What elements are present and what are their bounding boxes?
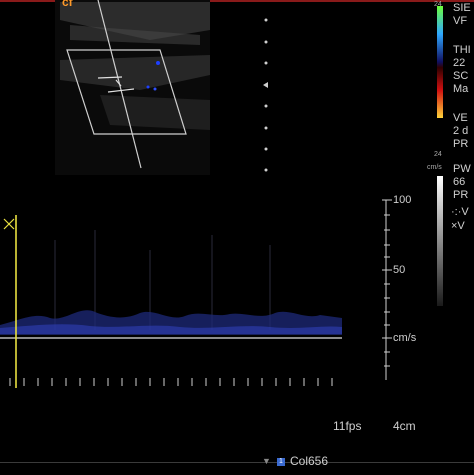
side-info-3: THI: [453, 44, 471, 56]
side-info-10: PW: [453, 163, 471, 175]
side-info-5: SC: [453, 70, 469, 82]
side-info-9: PR: [453, 138, 469, 150]
frame-rate: 11fps: [333, 419, 362, 433]
side-info-13: ·:·V: [451, 206, 469, 218]
side-info-4: 22: [453, 57, 466, 69]
velocity-scale: [382, 199, 392, 380]
side-info-1: SIE: [453, 2, 471, 14]
bottom-status-bar: ▼ 1 Col656: [0, 455, 474, 475]
b-mode-image: [55, 0, 210, 175]
ultrasound-screen: cf 100 50 cm/s SIE VF THI 22 SC Ma VE 2 …: [0, 0, 474, 474]
side-info-7: VE: [453, 112, 468, 124]
side-info-2: VF: [453, 15, 468, 27]
color-scale-top: 24: [434, 1, 442, 8]
color-scale-bottom: 24: [434, 151, 442, 158]
scale-label-100: 100: [393, 194, 412, 206]
color-velocity-bar: [437, 6, 443, 118]
side-info-12: PR: [453, 189, 469, 201]
side-info-8: 2 d: [453, 125, 469, 137]
depth-readout: 4cm: [393, 419, 416, 433]
side-info-14: ×V: [451, 220, 465, 232]
color-scale-unit: cm/s: [427, 164, 442, 171]
scale-label-cms: cm/s: [393, 332, 417, 344]
side-info-11: 66: [453, 176, 466, 188]
spectral-doppler: [0, 190, 345, 390]
depth-markers: [263, 18, 268, 172]
mode-label: cf: [62, 0, 73, 9]
ultrasound-image: [0, 0, 443, 390]
gray-scale-bar: [437, 176, 443, 306]
side-info-6: Ma: [453, 83, 469, 95]
scale-label-50: 50: [393, 264, 406, 276]
dropdown-arrow-icon[interactable]: ▼: [262, 456, 271, 466]
preset-name[interactable]: Col656: [290, 455, 328, 467]
preset-icon[interactable]: 1: [277, 458, 285, 466]
